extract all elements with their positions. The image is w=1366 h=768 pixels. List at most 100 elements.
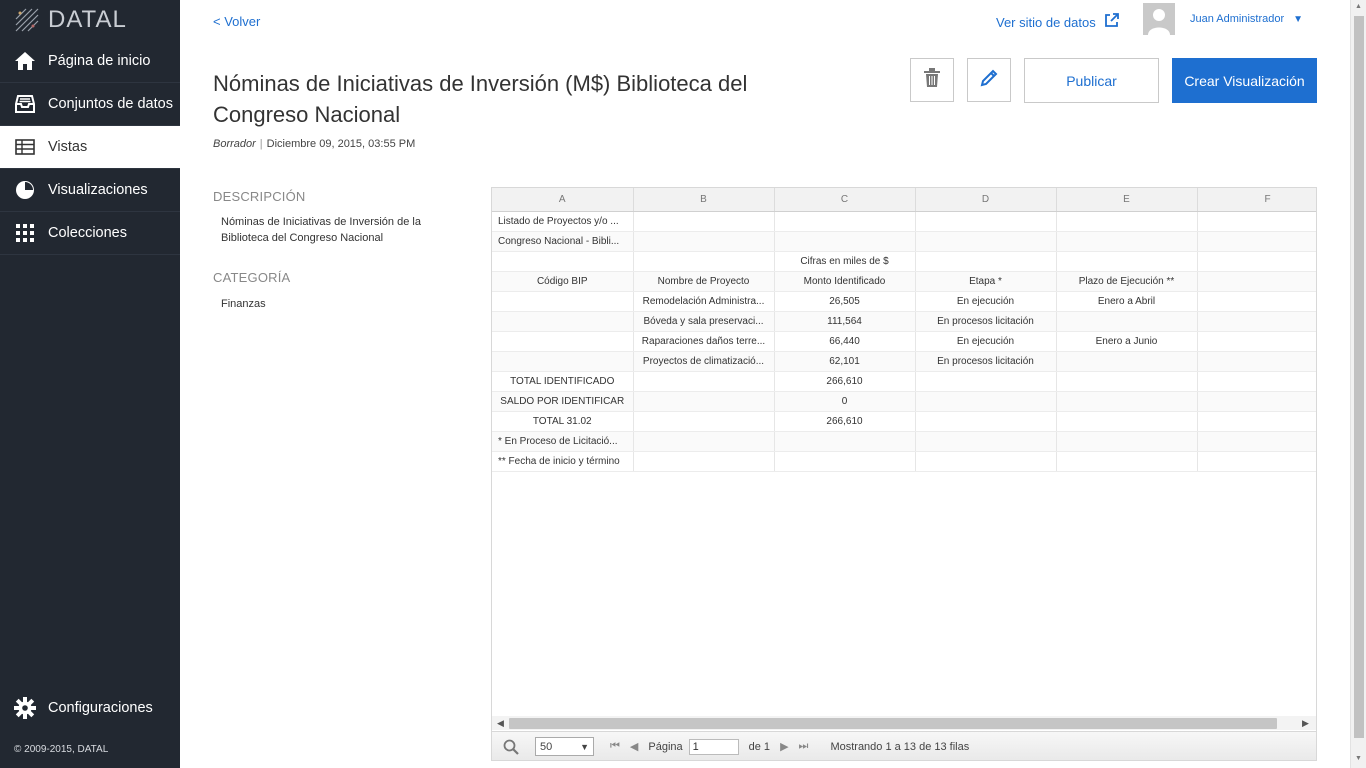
table-cell[interactable]: [915, 391, 1057, 412]
first-page-icon[interactable]: ⏮: [610, 740, 620, 753]
table-cell[interactable]: [492, 251, 634, 272]
table-cell[interactable]: [492, 311, 634, 332]
table-cell[interactable]: [915, 211, 1057, 232]
table-cell[interactable]: En ejecución: [915, 291, 1057, 312]
prev-page-icon[interactable]: ◀: [630, 740, 638, 753]
table-cell[interactable]: Congreso Nacional - Bibli...: [492, 231, 634, 252]
table-cell[interactable]: Monto Identificado: [774, 271, 916, 292]
table-cell[interactable]: [492, 331, 634, 352]
table-cell[interactable]: [633, 431, 775, 452]
table-cell[interactable]: [633, 411, 775, 432]
scrollbar-thumb[interactable]: [509, 718, 1277, 729]
sidebar-item-settings[interactable]: Configuraciones: [0, 686, 180, 729]
user-menu[interactable]: Juan Administrador ▼: [1190, 13, 1303, 25]
table-cell[interactable]: 26,505: [774, 291, 916, 312]
table-cell[interactable]: [915, 231, 1057, 252]
back-link[interactable]: < Volver: [213, 14, 260, 29]
table-cell[interactable]: Remodelación Administra...: [633, 291, 775, 312]
table-cell[interactable]: [915, 431, 1057, 452]
table-cell[interactable]: Raparaciones daños terre...: [633, 331, 775, 352]
table-cell[interactable]: [633, 371, 775, 392]
table-cell[interactable]: [1056, 231, 1198, 252]
column-header[interactable]: E: [1056, 188, 1198, 212]
table-cell[interactable]: 266,610: [774, 411, 916, 432]
table-cell[interactable]: [633, 451, 775, 472]
table-cell[interactable]: [1056, 371, 1198, 392]
table-cell[interactable]: 62,101: [774, 351, 916, 372]
next-page-icon[interactable]: ▶: [780, 740, 788, 753]
sidebar-item-datasets[interactable]: Conjuntos de datos: [0, 83, 180, 126]
table-cell[interactable]: 266,610: [774, 371, 916, 392]
column-header[interactable]: B: [633, 188, 775, 212]
table-cell[interactable]: [1056, 391, 1198, 412]
avatar[interactable]: [1143, 3, 1175, 35]
table-cell[interactable]: Enero a Abril: [1056, 291, 1198, 312]
table-cell[interactable]: Enero a Junio: [1056, 331, 1198, 352]
table-cell[interactable]: [633, 391, 775, 412]
column-header[interactable]: C: [774, 188, 916, 212]
scroll-left-icon[interactable]: ◀: [497, 718, 504, 729]
table-cell[interactable]: [915, 251, 1057, 272]
table-cell[interactable]: [492, 351, 634, 372]
table-cell[interactable]: [774, 211, 916, 232]
table-cell[interactable]: ** Fecha de inicio y término: [492, 451, 634, 472]
table-cell[interactable]: [1197, 211, 1316, 232]
table-cell[interactable]: [1056, 211, 1198, 232]
table-cell[interactable]: En procesos licitación: [915, 311, 1057, 332]
page-number-input[interactable]: 1: [688, 738, 739, 755]
edit-button[interactable]: [967, 58, 1011, 102]
scroll-down-icon[interactable]: ▼: [1355, 755, 1362, 762]
scrollbar-thumb[interactable]: [1354, 16, 1364, 738]
table-cell[interactable]: [915, 411, 1057, 432]
table-cell[interactable]: Cifras en miles de $: [774, 251, 916, 272]
page-size-select[interactable]: 50 ▼: [535, 737, 594, 756]
table-cell[interactable]: [492, 291, 634, 312]
table-cell[interactable]: [633, 231, 775, 252]
table-cell[interactable]: [633, 251, 775, 272]
scroll-right-icon[interactable]: ▶: [1302, 718, 1309, 729]
column-header[interactable]: F: [1197, 188, 1316, 212]
create-visualization-button[interactable]: Crear Visualización: [1172, 58, 1317, 103]
sidebar-item-views[interactable]: Vistas: [0, 126, 180, 169]
table-cell[interactable]: Proyectos de climatizació...: [633, 351, 775, 372]
data-grid[interactable]: ABCDEF Listado de Proyectos y/o ... Congr…: [491, 187, 1317, 761]
table-cell[interactable]: 66,440: [774, 331, 916, 352]
table-cell[interactable]: SALDO POR IDENTIFICAR: [492, 391, 634, 412]
table-cell[interactable]: [1056, 411, 1198, 432]
table-cell[interactable]: [1056, 351, 1198, 372]
page-vertical-scrollbar[interactable]: ▲ ▼: [1350, 0, 1366, 768]
table-cell[interactable]: [1056, 451, 1198, 472]
sidebar-item-home[interactable]: Página de inicio: [0, 40, 180, 83]
table-cell[interactable]: [1056, 311, 1198, 332]
table-cell[interactable]: [915, 371, 1057, 392]
table-cell[interactable]: En ejecución: [915, 331, 1057, 352]
table-cell[interactable]: [1197, 311, 1316, 332]
table-cell[interactable]: * En Proceso de Licitació...: [492, 431, 634, 452]
column-header[interactable]: A: [492, 188, 634, 212]
scroll-up-icon[interactable]: ▲: [1355, 3, 1362, 10]
logo[interactable]: DATAL: [0, 0, 180, 40]
table-cell[interactable]: [774, 231, 916, 252]
table-cell[interactable]: 0: [774, 391, 916, 412]
table-cell[interactable]: Código BIP: [492, 271, 634, 292]
column-header[interactable]: D: [915, 188, 1057, 212]
table-cell[interactable]: TOTAL 31.02: [492, 411, 634, 432]
table-cell[interactable]: [774, 451, 916, 472]
table-cell[interactable]: Etapa *: [915, 271, 1057, 292]
horizontal-scrollbar[interactable]: ◀ ▶: [492, 716, 1316, 730]
table-cell[interactable]: Nombre de Proyecto: [633, 271, 775, 292]
table-cell[interactable]: [1197, 451, 1316, 472]
table-cell[interactable]: [1197, 271, 1316, 292]
table-cell[interactable]: [1197, 431, 1316, 452]
search-icon[interactable]: [502, 738, 520, 756]
delete-button[interactable]: [910, 58, 954, 102]
sidebar-item-collections[interactable]: Colecciones: [0, 212, 180, 255]
table-cell[interactable]: 111,564: [774, 311, 916, 332]
table-cell[interactable]: [774, 431, 916, 452]
table-cell[interactable]: [1056, 431, 1198, 452]
table-cell[interactable]: TOTAL IDENTIFICADO: [492, 371, 634, 392]
table-cell[interactable]: [1197, 331, 1316, 352]
table-cell[interactable]: En procesos licitación: [915, 351, 1057, 372]
last-page-icon[interactable]: ⏭: [799, 740, 809, 753]
table-cell[interactable]: [1197, 411, 1316, 432]
